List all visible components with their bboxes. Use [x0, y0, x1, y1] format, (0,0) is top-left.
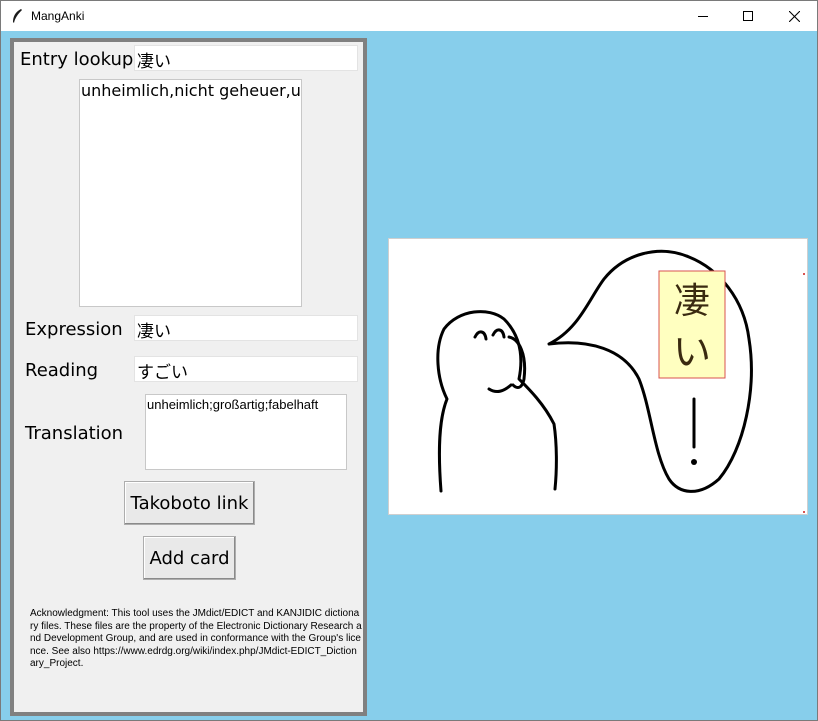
maximize-button[interactable] [725, 1, 771, 31]
minimize-icon [698, 16, 708, 17]
manga-panel-drawing: 凄 い [436, 249, 805, 513]
lookup-results-list[interactable]: unheimlich,nicht geheuer,u [79, 79, 302, 307]
translation-label: Translation [25, 423, 124, 444]
list-item[interactable]: unheimlich,nicht geheuer,u [80, 80, 301, 100]
expression-label: Expression [25, 319, 123, 340]
resize-marker [803, 511, 805, 513]
takoboto-link-button[interactable]: Takoboto link [124, 481, 255, 525]
card-form-panel: Entry lookup 凄い unheimlich,nicht geheuer… [10, 38, 367, 716]
acknowledgment-text: Acknowledgment: This tool uses the JMdic… [30, 608, 362, 669]
manga-image-canvas[interactable]: 凄 い [388, 238, 808, 515]
selection-text-kana: い [673, 330, 711, 374]
expression-input[interactable]: 凄い [134, 315, 358, 341]
feather-icon [11, 8, 23, 24]
translation-textarea[interactable]: unheimlich;großartig;fabelhaft [145, 394, 347, 470]
exclamation-dot [691, 459, 697, 465]
window-title: MangAnki [31, 9, 85, 23]
app-window: MangAnki Entry lookup 凄い unheimlich,nich… [0, 0, 818, 721]
close-button[interactable] [771, 1, 817, 31]
selection-text-kanji: 凄 [674, 281, 710, 322]
minimize-button[interactable] [680, 1, 726, 31]
resize-marker [803, 273, 805, 275]
entry-lookup-label: Entry lookup [20, 49, 134, 70]
entry-lookup-input[interactable]: 凄い [134, 45, 358, 71]
reading-input[interactable]: すごい [134, 356, 358, 382]
maximize-icon [743, 11, 753, 21]
close-icon [788, 10, 800, 22]
reading-label: Reading [25, 360, 99, 381]
title-bar[interactable]: MangAnki [1, 1, 817, 31]
add-card-button[interactable]: Add card [143, 536, 236, 580]
